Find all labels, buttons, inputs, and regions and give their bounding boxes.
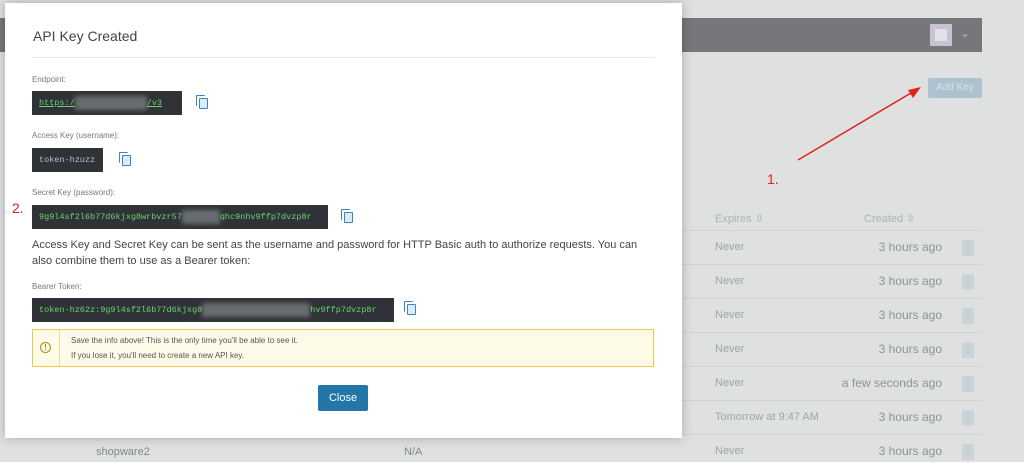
annotation-step-2: 2. <box>12 200 24 216</box>
annotation-step-1: 1. <box>767 171 779 187</box>
annotation-arrow <box>797 87 921 161</box>
